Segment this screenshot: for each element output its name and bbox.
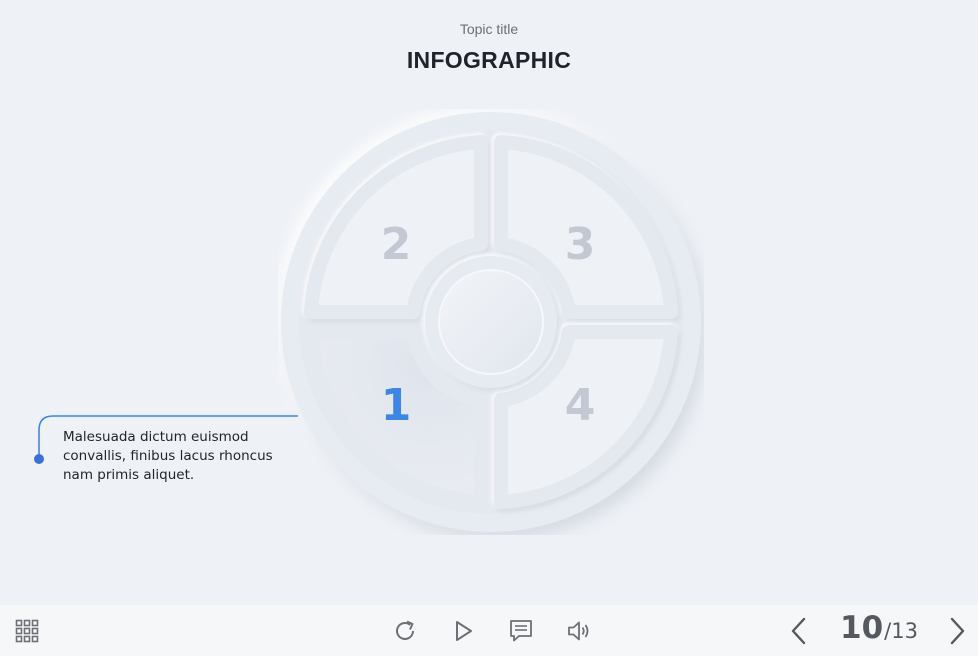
segment-2-number: 2 — [381, 219, 412, 270]
player-toolbar — [0, 605, 978, 656]
next-slide-button[interactable] — [940, 605, 974, 656]
notes-button[interactable] — [504, 605, 538, 656]
callout-text: Malesuada dictum euismod convallis, fini… — [63, 429, 273, 483]
slide-canvas: Topic title INFOGRAPHIC 2 3 4 1 Malesuad… — [0, 0, 978, 605]
segment-4-number: 4 — [565, 380, 596, 431]
grid-menu-icon — [15, 619, 39, 642]
prev-slide-button[interactable] — [782, 605, 816, 656]
topic-subtitle: Topic title — [459, 21, 519, 37]
infographic-wheel: 2 3 4 1 — [281, 112, 701, 532]
chevron-right-icon — [950, 617, 965, 644]
wheel-hub — [438, 269, 544, 375]
replay-icon — [396, 620, 414, 640]
segment-3-number: 3 — [565, 219, 596, 270]
menu-button[interactable] — [10, 605, 44, 656]
chevron-left-icon — [791, 617, 806, 644]
page-counter: 10 /13 — [840, 610, 918, 650]
page-title: INFOGRAPHIC — [406, 47, 572, 73]
replay-button[interactable] — [388, 605, 422, 656]
speaker-icon — [568, 621, 589, 640]
current-page: 10 — [840, 610, 884, 646]
notes-icon — [510, 619, 532, 641]
play-button[interactable] — [446, 605, 480, 656]
segment-1-number: 1 — [381, 380, 412, 431]
audio-button[interactable] — [562, 605, 596, 656]
play-icon — [456, 620, 472, 641]
callout-dot — [34, 454, 44, 464]
total-pages: /13 — [884, 619, 918, 643]
